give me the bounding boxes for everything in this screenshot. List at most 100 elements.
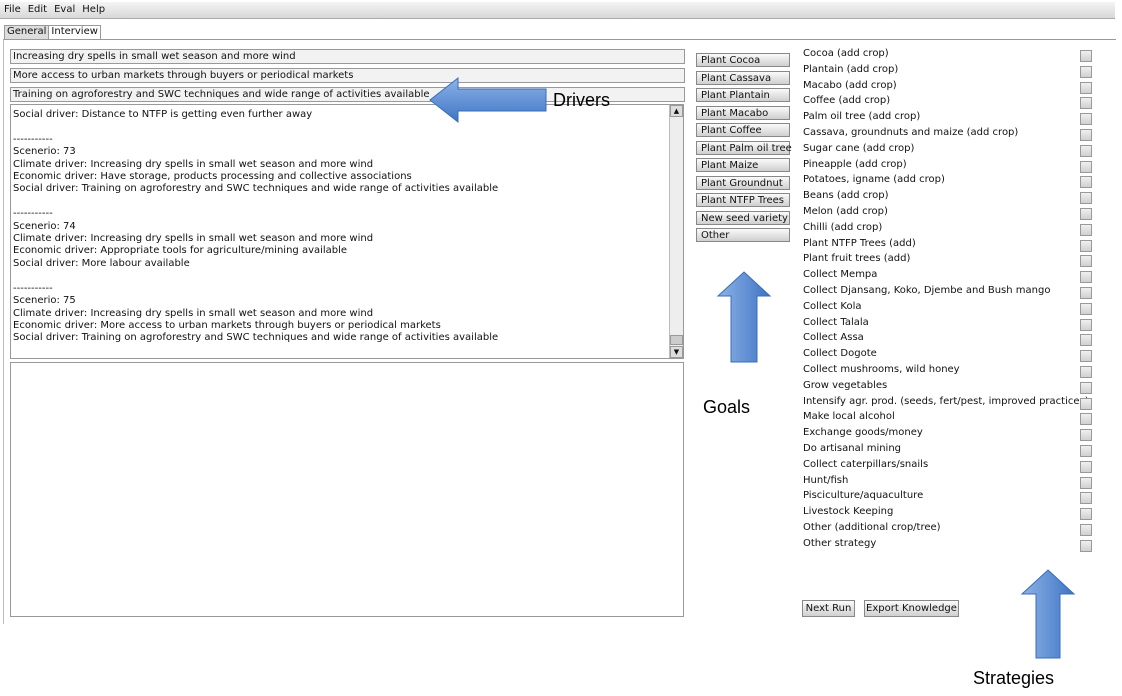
menu-bar: File Edit Eval Help bbox=[0, 2, 1115, 19]
strategy-label: Exchange goods/money bbox=[803, 427, 923, 439]
strategy-label: Livestock Keeping bbox=[803, 506, 894, 518]
goal-button[interactable]: New seed variety bbox=[696, 210, 790, 225]
strategy-checkbox[interactable] bbox=[1080, 381, 1092, 394]
strategy-checkbox[interactable] bbox=[1080, 413, 1092, 426]
strategy-label: Melon (add crop) bbox=[803, 206, 888, 217]
scenario-log-text: Social driver: Distance to NTFP is getti… bbox=[13, 109, 499, 344]
goal-button[interactable]: Plant Cocoa bbox=[696, 53, 790, 67]
strategy-label: Collect Dogote bbox=[803, 348, 877, 360]
scenario-log[interactable]: Social driver: Distance to NTFP is getti… bbox=[10, 104, 684, 359]
output-area[interactable] bbox=[10, 362, 684, 617]
strategy-label: Collect Talala bbox=[803, 316, 869, 328]
strategy-checkbox[interactable] bbox=[1080, 476, 1092, 489]
strategy-checkbox[interactable] bbox=[1080, 81, 1092, 94]
strategy-label: Grow vegetables bbox=[803, 379, 888, 391]
strategy-label: Hunt/fish bbox=[803, 474, 849, 486]
strategy-checkbox[interactable] bbox=[1080, 192, 1092, 205]
strategy-label: Cassava, groundnuts and maize (add crop) bbox=[803, 127, 1019, 138]
strategy-label: Do artisanal mining bbox=[803, 443, 902, 454]
strategy-label: Collect mushrooms, wild honey bbox=[803, 364, 960, 375]
strategy-checkbox[interactable] bbox=[1080, 334, 1092, 347]
goal-button[interactable]: Plant Coffee bbox=[696, 123, 790, 137]
scrollbar[interactable]: ▲ ▼ bbox=[669, 105, 683, 358]
export-knowledge-button[interactable]: Export Knowledge bbox=[864, 600, 959, 617]
strategy-checkbox[interactable] bbox=[1080, 366, 1092, 378]
strategy-checkbox[interactable] bbox=[1080, 50, 1092, 62]
strategy-label: Plant fruit trees (add) bbox=[803, 253, 911, 265]
goal-button[interactable]: Plant Groundnut bbox=[696, 175, 790, 190]
strategy-checkbox[interactable] bbox=[1080, 129, 1092, 141]
tab-general[interactable]: General bbox=[4, 25, 50, 40]
strategy-checkbox[interactable] bbox=[1080, 445, 1092, 457]
tab-interview[interactable]: Interview bbox=[48, 25, 101, 40]
strategy-label: Plantain (add crop) bbox=[803, 63, 899, 75]
strategy-checkbox[interactable] bbox=[1080, 397, 1092, 410]
strategy-checkbox[interactable] bbox=[1080, 208, 1092, 220]
next-run-button[interactable]: Next Run bbox=[802, 600, 855, 617]
tab-bar: General Interview bbox=[4, 25, 101, 40]
scroll-thumb[interactable] bbox=[670, 335, 683, 345]
strategy-label: Macabo (add crop) bbox=[803, 79, 897, 91]
strategy-checkbox[interactable] bbox=[1080, 524, 1092, 536]
strategy-checkbox[interactable] bbox=[1080, 460, 1092, 473]
goal-button[interactable]: Plant NTFP Trees bbox=[696, 193, 790, 207]
left-arrow-icon bbox=[429, 76, 547, 124]
scroll-up-icon[interactable]: ▲ bbox=[670, 105, 683, 117]
strategies-label: Strategies bbox=[973, 668, 1055, 688]
strategy-checkbox[interactable] bbox=[1080, 350, 1092, 363]
strategy-label: Collect Djansang, Koko, Djembe and Bush … bbox=[803, 285, 1051, 296]
goal-button[interactable]: Other bbox=[696, 228, 790, 242]
strategy-checkbox[interactable] bbox=[1080, 271, 1092, 284]
strategy-label: Cocoa (add crop) bbox=[803, 48, 889, 59]
strategy-checkbox[interactable] bbox=[1080, 302, 1092, 315]
strategy-label: Other (additional crop/tree) bbox=[803, 522, 941, 533]
menu-help[interactable]: Help bbox=[78, 2, 108, 15]
up-arrow-icon bbox=[1020, 569, 1076, 659]
strategy-checkbox[interactable] bbox=[1080, 508, 1092, 521]
strategy-checkbox[interactable] bbox=[1080, 97, 1092, 110]
strategy-checkbox[interactable] bbox=[1080, 239, 1092, 252]
strategy-label: Pisciculture/aquaculture bbox=[803, 490, 924, 502]
strategy-label: Beans (add crop) bbox=[803, 190, 889, 202]
strategy-label: Potatoes, igname (add crop) bbox=[803, 174, 945, 186]
strategy-label: Coffee (add crop) bbox=[803, 95, 891, 107]
strategy-label: Palm oil tree (add crop) bbox=[803, 111, 921, 123]
goal-button[interactable]: Plant Macabo bbox=[696, 105, 790, 120]
strategy-checkbox[interactable] bbox=[1080, 144, 1092, 157]
goal-button[interactable]: Plant Cassava bbox=[696, 70, 790, 85]
strategy-checkbox[interactable] bbox=[1080, 223, 1092, 236]
goal-button[interactable]: Plant Palm oil tree bbox=[696, 140, 792, 155]
strategy-checkbox[interactable] bbox=[1080, 65, 1092, 78]
strategy-checkbox[interactable] bbox=[1080, 429, 1092, 442]
up-arrow-icon bbox=[716, 271, 772, 363]
strategy-label: Pineapple (add crop) bbox=[803, 158, 907, 170]
menu-edit[interactable]: Edit bbox=[24, 2, 50, 15]
strategy-label: Sugar cane (add crop) bbox=[803, 142, 915, 154]
strategy-label: Collect Assa bbox=[803, 332, 864, 344]
strategy-label: Collect Kola bbox=[803, 300, 862, 312]
strategy-label: Make local alcohol bbox=[803, 411, 895, 423]
menu-eval[interactable]: Eval bbox=[50, 2, 78, 15]
scroll-down-icon[interactable]: ▼ bbox=[670, 346, 683, 358]
strategy-label: Other strategy bbox=[803, 537, 877, 549]
strategy-label: Collect Mempa bbox=[803, 269, 878, 281]
strategy-checkbox[interactable] bbox=[1080, 539, 1092, 552]
menu-file[interactable]: File bbox=[0, 2, 24, 15]
goals-label: Goals bbox=[703, 397, 751, 417]
strategy-checkbox[interactable] bbox=[1080, 492, 1092, 505]
strategy-checkbox[interactable] bbox=[1080, 160, 1092, 173]
goal-button[interactable]: Plant Plantain bbox=[696, 88, 790, 102]
strategy-checkbox[interactable] bbox=[1080, 287, 1092, 299]
economic-driver-field[interactable]: More access to urban markets through buy… bbox=[10, 68, 685, 83]
strategy-checkbox[interactable] bbox=[1080, 176, 1092, 189]
strategy-checkbox[interactable] bbox=[1080, 318, 1092, 331]
drivers-label: Drivers bbox=[553, 90, 610, 110]
strategy-label: Plant NTFP Trees (add) bbox=[803, 237, 916, 249]
strategy-label: Chilli (add crop) bbox=[803, 221, 883, 233]
strategy-label: Collect caterpillars/snails bbox=[803, 458, 929, 470]
strategy-checkbox[interactable] bbox=[1080, 255, 1092, 268]
strategy-checkbox[interactable] bbox=[1080, 113, 1092, 126]
goal-button[interactable]: Plant Maize bbox=[696, 158, 790, 172]
strategy-label: Intensify agr. prod. (seeds, fert/pest, … bbox=[803, 395, 1089, 407]
climate-driver-field[interactable]: Increasing dry spells in small wet seaso… bbox=[10, 49, 685, 64]
